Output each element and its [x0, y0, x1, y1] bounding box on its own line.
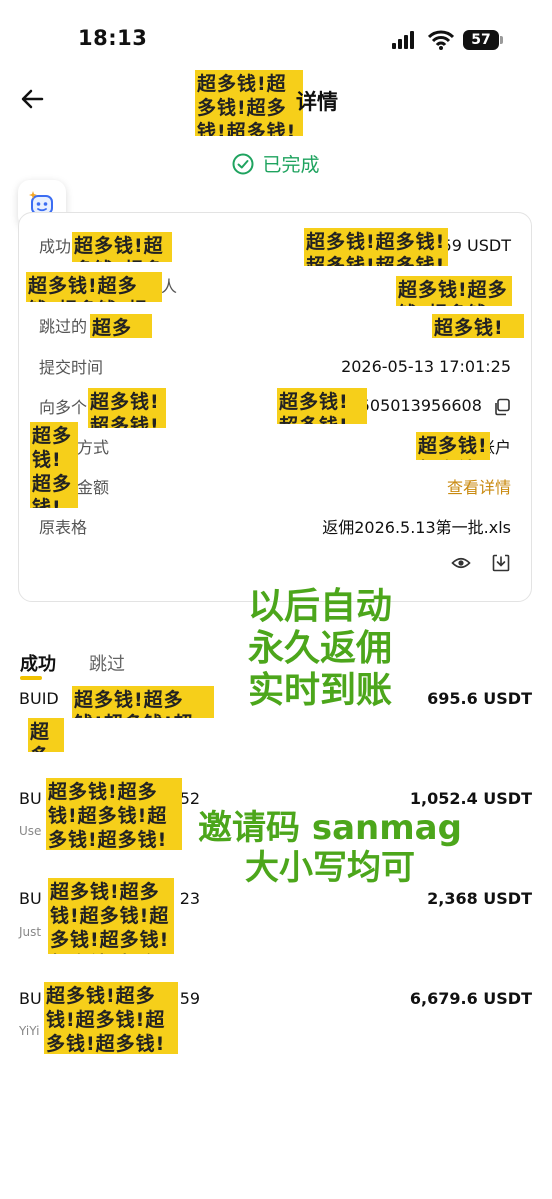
success-label: 成功 — [39, 237, 72, 256]
censor-block — [44, 982, 178, 1054]
submit-time-label: 提交时间 — [39, 358, 104, 377]
list-item-amount: 2,368 USDT — [427, 889, 532, 908]
promo-line: 以后自动 — [247, 586, 392, 627]
promo-line: 永久返佣 — [247, 628, 392, 669]
back-arrow-icon[interactable] — [18, 84, 48, 114]
submit-time-value: 2026-05-13 17:01:25 — [341, 356, 511, 376]
censor-block — [304, 228, 448, 266]
promo-line: 邀请码 sanmag — [198, 808, 462, 848]
check-circle-icon — [232, 153, 254, 174]
censor-block — [90, 314, 152, 338]
list-item-sub: Just — [19, 925, 42, 939]
censor-block — [88, 388, 166, 428]
tab-success[interactable]: 成功 — [20, 650, 56, 676]
censor-block — [46, 778, 182, 850]
battery-icon: 57 — [463, 30, 499, 50]
download-icon[interactable] — [491, 553, 511, 573]
list-item-amount: 1,052.4 USDT — [409, 789, 532, 808]
skipped-label: 跳过的 — [39, 317, 88, 336]
censor-block — [396, 276, 512, 306]
list-item-amount: 695.6 USDT — [427, 689, 532, 708]
eye-icon[interactable] — [451, 553, 471, 573]
list-item-id: BUID — [19, 689, 59, 708]
page-title: 详情 — [296, 90, 338, 114]
tab-active-indicator — [20, 676, 42, 680]
status-label: 已完成 — [262, 154, 320, 176]
row-amount: 金额 查看详情 — [39, 472, 511, 500]
censor-block — [277, 388, 367, 424]
censor-block — [72, 232, 172, 262]
censor-block — [416, 432, 490, 460]
censor-block — [432, 314, 524, 338]
battery-nub — [500, 36, 503, 44]
tab-skipped[interactable]: 跳过 — [89, 650, 125, 676]
row-sheet: 原表格 返佣2026.5.13第一批.xls — [39, 512, 511, 540]
copy-icon[interactable] — [493, 398, 511, 416]
promo-line: 实时到账 — [247, 670, 392, 711]
signal-icon — [392, 31, 416, 49]
censor-block — [72, 686, 214, 718]
censor-block — [195, 70, 303, 136]
censor-block — [30, 422, 78, 508]
sheet-label: 原表格 — [39, 518, 88, 537]
sheet-actions — [451, 553, 511, 573]
multi-label: 向多个 — [39, 398, 88, 417]
wifi-icon — [428, 30, 454, 50]
list-item-sub: Use — [19, 824, 42, 838]
success-value: 59 USDT — [441, 235, 511, 255]
promo-text-1: 以后自动 永久返佣 实时到账 — [210, 586, 430, 712]
promo-line: 大小写均可 — [245, 848, 415, 888]
row-submit-time: 提交时间 2026-05-13 17:01:25 — [39, 352, 511, 380]
list-item-amount: 6,679.6 USDT — [409, 989, 532, 1008]
censor-block — [48, 878, 174, 954]
censor-block — [26, 272, 162, 302]
view-details-link[interactable]: 查看详情 — [447, 474, 511, 498]
multi-value: 505013956608 — [359, 396, 482, 416]
censor-block — [28, 718, 64, 752]
status-row: 已完成 — [0, 150, 552, 177]
sheet-filename: 返佣2026.5.13第一批.xls — [322, 518, 511, 537]
list-item-sub: YiYi — [19, 1024, 40, 1038]
promo-text-2: 邀请码 sanmag 大小写均可 — [170, 808, 490, 888]
status-time: 18:13 — [78, 26, 148, 50]
